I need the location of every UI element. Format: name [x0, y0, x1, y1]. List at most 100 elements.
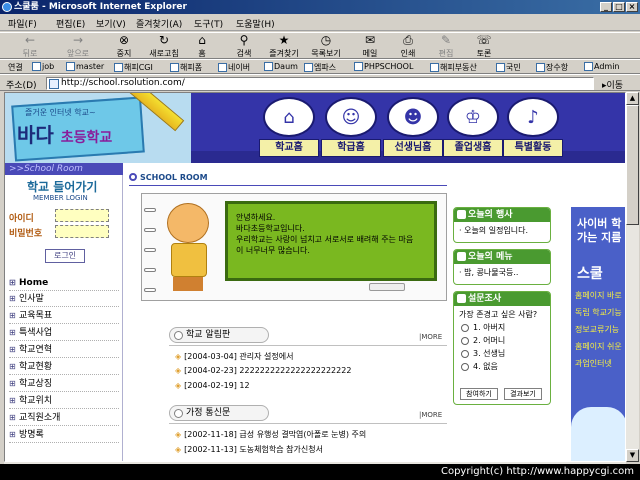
poll-option[interactable]: 4. 없음 [459, 361, 545, 372]
link-happy-realestate[interactable]: 해피부동산 [430, 62, 477, 73]
menu-location[interactable]: 학교위치 [9, 393, 119, 409]
id-label: 아이디 [9, 214, 34, 224]
menu-history[interactable]: 학교연혁 [9, 342, 119, 358]
toolbar: ← 뒤로 → 앞으로 ⊗ 중지 ↻ 새로고침 ⌂ 홈 ⚲ 검색 ★ 즐겨찾기 ◷ 목록보기 ✉ 메… [0, 32, 640, 59]
left-sidebar: >>School Room 학교 들어가기 MEMBER LOGIN 아이디 비… [5, 163, 123, 461]
menu-guestbook[interactable]: 방명록 [9, 427, 119, 443]
link-happycgi[interactable]: 해피CGI [114, 62, 153, 73]
page-icon [49, 79, 59, 89]
print-button[interactable]: ⎙ 인쇄 [396, 34, 420, 59]
link-master[interactable]: master [66, 62, 104, 71]
vertical-scrollbar[interactable]: ▲ ▼ [626, 92, 639, 462]
edit-button[interactable]: ✎ 편집 [434, 34, 458, 59]
notice-item[interactable]: [2004-02-19] 12 [175, 381, 249, 390]
notice-header: 학교 알림판 [169, 327, 269, 343]
menu-goals[interactable]: 교육목표 [9, 308, 119, 324]
today-event-box: 오늘의 행사 · 오늘의 일정입니다. [453, 207, 551, 243]
poll-result-button[interactable]: 결과보기 [504, 388, 542, 400]
home-letter-more-link[interactable]: |MORE [419, 411, 442, 419]
scroll-down-button[interactable]: ▼ [626, 449, 639, 462]
home-letter-item[interactable]: [2002-11-18] 급성 유행성 결막염(아폴로 눈병) 주의 [175, 429, 366, 440]
menu-favorites[interactable]: 즐겨찾기(A) [136, 17, 182, 30]
login-button[interactable]: 로그인 [45, 249, 85, 263]
page-icon [264, 62, 273, 71]
notice-more-link[interactable]: |MORE [419, 333, 442, 341]
id-input[interactable] [55, 209, 109, 222]
menu-file[interactable]: 파일(F) [8, 17, 37, 30]
menu-view[interactable]: 보기(V) [96, 17, 126, 30]
menu-tools[interactable]: 도구(T) [194, 17, 223, 30]
welcome-text: 안녕하세요. 바다초등학교입니다. 우리학교는 사랑이 넘치고 서로서로 배려해… [236, 213, 414, 255]
menu-staff[interactable]: 교직원소개 [9, 410, 119, 426]
poll-option[interactable]: 2. 어머니 [459, 335, 545, 346]
address-input[interactable]: http://school.rsolution.com/ [46, 77, 594, 90]
notice-item[interactable]: [2004-02-23] 2222222222222222222222 [175, 366, 351, 375]
discuss-icon: ☏ [476, 33, 492, 47]
stop-button[interactable]: ⊗ 중지 [110, 34, 138, 59]
minimize-button[interactable]: _ [600, 2, 612, 12]
link-empas[interactable]: 엠파스 [304, 62, 336, 73]
nav-teacher-home[interactable]: 선생님홈 [383, 139, 443, 157]
poll-option[interactable]: 1. 아버지 [459, 322, 545, 333]
nav-school-home[interactable]: 학교홈 [259, 139, 319, 157]
link-daum[interactable]: Daum [264, 62, 298, 71]
link-phpschool[interactable]: PHPSCHOOL [354, 62, 413, 71]
link-happyform[interactable]: 해피폼 [170, 62, 202, 73]
nav-class-home[interactable]: 학급홈 [321, 139, 381, 157]
search-icon: ⚲ [239, 33, 249, 47]
refresh-button[interactable]: ↻ 새로고침 [144, 34, 184, 59]
home-icon: ⌂ [198, 33, 206, 47]
site-logo[interactable]: 즐거운 인터넷 학교~ 바다 초등학교 [5, 93, 191, 163]
menu-edit[interactable]: 편집(E) [56, 17, 85, 30]
page-icon [496, 63, 505, 72]
address-label: 주소(D) [6, 81, 37, 91]
nav-activities[interactable]: 특별활동 [503, 139, 563, 157]
go-button[interactable]: ▸이동 [602, 78, 623, 91]
link-admin[interactable]: Admin [584, 62, 620, 71]
main-area: SCHOOL ROOM 안녕하세요. 바다초등학교입니다. 우리학교는 사랑이 … [129, 169, 447, 461]
search-button[interactable]: ⚲ 검색 [230, 34, 258, 59]
menu-home[interactable]: Home [9, 275, 119, 291]
menu-symbol[interactable]: 학교상징 [9, 376, 119, 392]
menu-help[interactable]: 도움말(H) [236, 17, 275, 30]
maximize-button[interactable]: □ [613, 2, 625, 12]
scroll-thumb[interactable] [626, 105, 639, 225]
link-job[interactable]: job [32, 62, 54, 71]
home-letter-item[interactable]: [2002-11-13] 도농체험학습 참가신청서 [175, 444, 323, 455]
discuss-button[interactable]: ☏ 토론 [472, 34, 496, 59]
section-label: SCHOOL ROOM [129, 173, 208, 182]
nav-band: ⌂ ☺ ☻ ♔ ♪ 학교홈 학급홈 선생님홈 졸업생홈 특별활동 [191, 93, 625, 163]
link-kookmin[interactable]: 국민 [496, 62, 521, 73]
note-icon [457, 252, 466, 261]
scroll-up-button[interactable]: ▲ [626, 92, 639, 105]
menu-features[interactable]: 특색사업 [9, 325, 119, 341]
pw-label: 비밀번호 [9, 229, 43, 239]
nav-graduate-home[interactable]: 졸업생홈 [443, 139, 503, 157]
back-arrow-icon: ← [24, 33, 36, 47]
menu-status[interactable]: 학교현황 [9, 359, 119, 375]
mail-button[interactable]: ✉ 메일 [356, 34, 384, 59]
circle-bullet-icon [129, 173, 137, 181]
menu-bar: 파일(F) 편집(E) 보기(V) 즐겨찾기(A) 도구(T) 도움말(H) [0, 14, 640, 31]
menu-greeting[interactable]: 인사말 [9, 291, 119, 307]
forward-button[interactable]: → 앞으로 [58, 34, 98, 59]
page-icon [32, 62, 41, 71]
pw-input[interactable] [55, 225, 109, 238]
page-icon [304, 63, 313, 72]
home-button[interactable]: ⌂ 홈 [190, 34, 214, 59]
cyber-school-banner[interactable]: 사이버 학 가는 지름 스쿨 홈페이지 바로 독립 학교기능 정보교류기능 홈페이… [571, 207, 625, 461]
close-button[interactable]: × [626, 2, 638, 12]
favorites-button[interactable]: ★ 즐겨찾기 [264, 34, 304, 59]
poll-option[interactable]: 3. 선생님 [459, 348, 545, 359]
poll-vote-button[interactable]: 참여하기 [460, 388, 498, 400]
back-button[interactable]: ← 뒤로 [12, 34, 48, 59]
teacher-icon: ☻ [387, 97, 439, 137]
page-icon [170, 63, 179, 72]
notice-item[interactable]: [2004-03-04] 관리자 설정에서 [175, 351, 293, 362]
today-menu-text: · 밥, 콩나물국등.. [459, 268, 519, 277]
history-button[interactable]: ◷ 목록보기 [306, 34, 346, 59]
mic-icon [457, 294, 466, 303]
link-jangsu[interactable]: 장수항 [536, 62, 568, 73]
link-naver[interactable]: 네이버 [218, 62, 250, 73]
blackboard: 안녕하세요. 바다초등학교입니다. 우리학교는 사랑이 넘치고 서로서로 배려해… [225, 201, 437, 281]
